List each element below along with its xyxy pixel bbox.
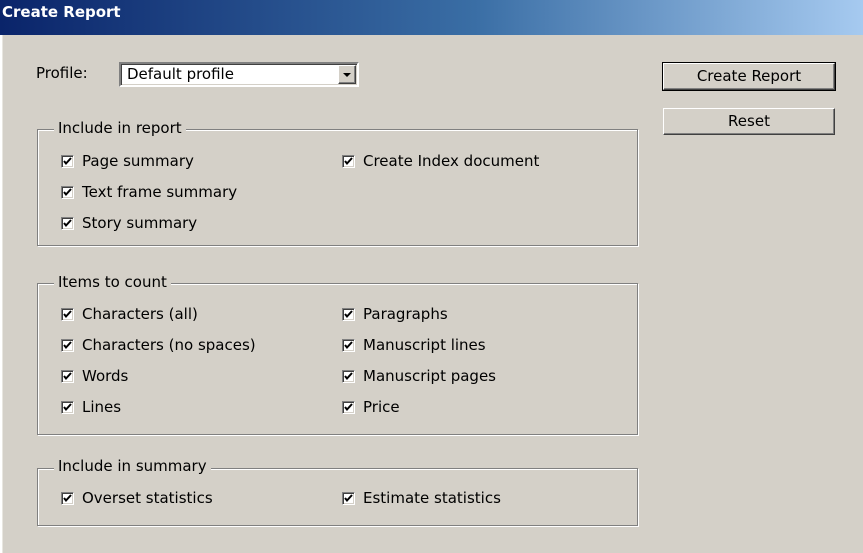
checkbox-box[interactable]	[61, 307, 74, 321]
checkbox-manuscript-pages[interactable]: Manuscript pages	[342, 367, 496, 385]
checkbox-label: Page summary	[82, 152, 194, 170]
checkbox-overset-statistics[interactable]: Overset statistics	[61, 489, 213, 507]
checkbox-box[interactable]	[61, 400, 74, 414]
title-bar[interactable]: Create Report	[0, 0, 863, 35]
profile-dropdown[interactable]: Default profile	[119, 62, 359, 87]
dropdown-button[interactable]	[338, 65, 356, 84]
checkbox-label: Manuscript pages	[363, 367, 496, 385]
checkbox-box[interactable]	[61, 491, 74, 505]
checkbox-label: Overset statistics	[82, 489, 213, 507]
checkbox-text-frame-summary[interactable]: Text frame summary	[61, 183, 237, 201]
checkbox-label: Characters (no spaces)	[82, 336, 256, 354]
checkbox-box[interactable]	[342, 400, 355, 414]
checkbox-story-summary[interactable]: Story summary	[61, 214, 197, 232]
checkbox-estimate-statistics[interactable]: Estimate statistics	[342, 489, 501, 507]
checkbox-box[interactable]	[61, 185, 74, 199]
checkbox-label: Manuscript lines	[363, 336, 486, 354]
checkbox-label: Create Index document	[363, 152, 540, 170]
checkbox-box[interactable]	[342, 491, 355, 505]
profile-value: Default profile	[127, 65, 234, 83]
checkbox-label: Lines	[82, 398, 122, 416]
checkbox-characters-no-spaces[interactable]: Characters (no spaces)	[61, 336, 256, 354]
checkbox-box[interactable]	[61, 338, 74, 352]
checkbox-box[interactable]	[61, 154, 74, 168]
reset-button[interactable]: Reset	[663, 108, 835, 135]
profile-label: Profile:	[36, 64, 88, 82]
create-report-dialog: Create Report Profile: Default profile C…	[0, 0, 863, 553]
checkbox-box[interactable]	[342, 307, 355, 321]
checkbox-create-index-document[interactable]: Create Index document	[342, 152, 539, 170]
window-border-inner	[2, 35, 3, 553]
checkbox-label: Paragraphs	[363, 305, 448, 323]
create-report-button[interactable]: Create Report	[662, 62, 836, 91]
items-to-count-legend: Items to count	[54, 273, 171, 291]
checkbox-box[interactable]	[342, 369, 355, 383]
checkbox-words[interactable]: Words	[61, 367, 128, 385]
checkbox-paragraphs[interactable]: Paragraphs	[342, 305, 448, 323]
checkbox-label: Characters (all)	[82, 305, 198, 323]
checkbox-price[interactable]: Price	[342, 398, 400, 416]
checkbox-characters-all[interactable]: Characters (all)	[61, 305, 198, 323]
checkbox-manuscript-lines[interactable]: Manuscript lines	[342, 336, 486, 354]
window-title: Create Report	[2, 2, 121, 21]
reset-button-label: Reset	[728, 112, 770, 130]
chevron-down-icon	[343, 72, 351, 77]
checkbox-page-summary[interactable]: Page summary	[61, 152, 194, 170]
checkbox-label: Words	[82, 367, 129, 385]
checkbox-lines[interactable]: Lines	[61, 398, 121, 416]
checkbox-box[interactable]	[61, 369, 74, 383]
checkbox-label: Story summary	[82, 214, 198, 232]
checkbox-label: Text frame summary	[82, 183, 238, 201]
include-in-report-legend: Include in report	[54, 119, 186, 137]
include-in-summary-legend: Include in summary	[54, 457, 211, 475]
checkbox-label: Estimate statistics	[363, 489, 501, 507]
checkbox-label: Price	[363, 398, 400, 416]
checkbox-box[interactable]	[61, 216, 74, 230]
checkbox-box[interactable]	[342, 338, 355, 352]
create-report-button-label: Create Report	[696, 67, 802, 85]
checkbox-box[interactable]	[342, 154, 355, 168]
